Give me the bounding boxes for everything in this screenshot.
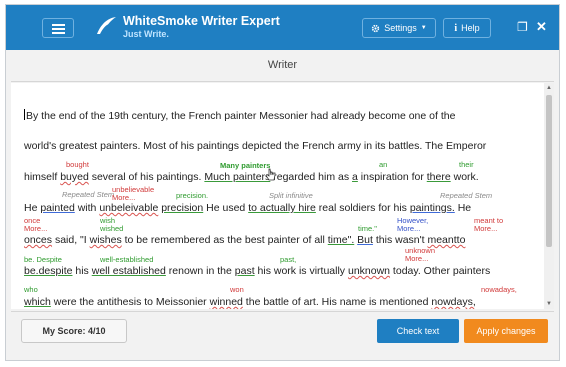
hamburger-icon-bar [52,32,65,34]
text-line: He painted with unbeleivable precision H… [24,202,471,214]
divider [11,81,554,82]
text-segment: renown in the [165,265,235,277]
text-line: By the end of the 19th century, the Fren… [24,109,456,122]
suggestion-nowadays[interactable]: nowadays, [481,285,517,294]
error-word[interactable]: buyed [60,171,89,183]
suggestion-more[interactable]: More... [112,193,135,202]
suggestion-many-painters[interactable]: Many painters [220,161,270,170]
settings-label: Settings [384,23,417,33]
my-score-button[interactable]: My Score: 4/10 [21,319,127,343]
document-title: Writer [267,59,298,71]
whitesmoke-logo-icon [97,17,116,34]
text-segment: He [24,202,41,214]
text-line: onces said, "I wishes to be remembered a… [24,234,465,246]
text-line: himself buyed several of his paintings. … [24,171,479,183]
text-segment: his work is virtually [254,265,348,277]
check-text-button[interactable]: Check text [377,319,459,343]
suggestion-who[interactable]: who [24,285,38,294]
error-word[interactable]: But [357,234,373,246]
suggestion-more[interactable]: More... [24,224,47,233]
scroll-down-arrow-icon[interactable]: ▼ [544,299,554,309]
error-word[interactable]: unbeleivable [99,202,158,214]
app-name: WhiteSmoke Writer Expert [123,14,280,28]
error-word[interactable]: past [235,265,255,277]
error-word[interactable]: onces [24,234,52,246]
suggestion-their[interactable]: their [459,160,474,169]
suggestion-repeated-stem[interactable]: Repeated Stem [440,191,492,200]
gear-icon [372,24,380,32]
suggestion-well-established[interactable]: well-established [100,255,153,264]
text-segment: regarded him as [270,171,353,183]
hamburger-icon-bar [52,24,65,26]
suggestion-wished[interactable]: wished [100,224,123,233]
suggestion-be-despite[interactable]: be. Despite [24,255,62,264]
app-window: WhiteSmoke Writer Expert Just Write. Set… [5,4,560,361]
suggestion-an[interactable]: an [379,160,387,169]
text-cursor [24,109,25,120]
text-editor[interactable]: By the end of the 19th century, the Fren… [11,83,544,309]
error-word[interactable]: to actually hire [248,202,316,214]
chevron-down-icon: ▼ [420,25,427,31]
title-bar: WhiteSmoke Writer Expert Just Write. Set… [6,5,559,50]
text-segment: today. Other painters [390,265,491,277]
text-line: world's greatest painters. Most of his p… [24,140,487,152]
scroll-up-arrow-icon[interactable]: ▲ [544,83,554,93]
suggestion-repeated-stem[interactable]: Repeated Stem [62,190,114,199]
vertical-scrollbar[interactable]: ▲ ▼ [544,83,554,309]
text-segment: the battle of art. His name is mentioned [242,296,432,308]
error-word[interactable]: well established [92,265,166,277]
close-icon[interactable]: ✕ [536,19,547,35]
error-word[interactable]: which [24,296,51,308]
text-segment: himself [24,171,61,183]
text-segment: this wasn't [372,234,428,246]
suggestion-split-infinitive[interactable]: Split infinitive [269,191,313,200]
text-segment: several of his paintings. [88,171,205,183]
error-word[interactable]: there [427,171,451,183]
error-word[interactable]: meantto [427,234,465,246]
suggestion-time[interactable]: time." [358,224,377,233]
text-segment: to be remembered as the best painter of … [121,234,328,246]
suggestion-more[interactable]: More... [405,254,428,263]
text-segment: He [454,202,472,214]
error-word[interactable]: be.despite [24,265,72,277]
text-line: which were the antithesis to Meissonier … [24,296,476,308]
apply-changes-button[interactable]: Apply changes [464,319,548,343]
suggestion-more[interactable]: More... [474,224,497,233]
error-word[interactable]: precision [161,202,203,214]
text-segment: He used [203,202,249,214]
suggestion-won[interactable]: won [230,285,244,294]
suggestion-bought[interactable]: bought [66,160,89,169]
text-segment: with [74,202,100,214]
help-button[interactable]: i Help [443,18,491,38]
help-label: Help [461,23,480,33]
suggestion-more[interactable]: More... [397,224,420,233]
scroll-thumb[interactable] [546,95,552,247]
settings-button[interactable]: Settings ▼ [362,18,436,38]
text-segment: work. [450,171,479,183]
hand-cursor-icon [265,168,276,181]
app-slogan: Just Write. [123,29,169,39]
info-icon: i [454,22,458,34]
line-text: y the end of the 19th century, the Frenc… [33,110,456,122]
error-word[interactable]: wishes [90,234,122,246]
text-segment: said, "I [52,234,90,246]
restore-window-icon[interactable]: ❐ [517,19,528,35]
text-segment: his [72,265,92,277]
suggestion-precision[interactable]: precision. [176,191,208,200]
error-word[interactable]: paintings. [410,202,455,214]
error-word[interactable]: painted [40,202,74,214]
error-word[interactable]: unknown [348,265,390,277]
text-segment: real soldiers for his [315,202,410,214]
hamburger-menu-button[interactable] [42,18,74,38]
text-line: be.despite his well established renown i… [24,265,490,277]
error-word[interactable]: winned [210,296,243,308]
error-word[interactable]: nowdays, [431,296,475,308]
text-segment: were the antithesis to Meissonier [50,296,210,308]
error-word[interactable]: time". [328,234,354,246]
suggestion-past[interactable]: past, [280,255,296,264]
divider [11,311,554,312]
hamburger-icon-bar [52,28,65,30]
error-word[interactable]: Much painters [204,171,270,183]
text-segment: inspiration for [357,171,427,183]
